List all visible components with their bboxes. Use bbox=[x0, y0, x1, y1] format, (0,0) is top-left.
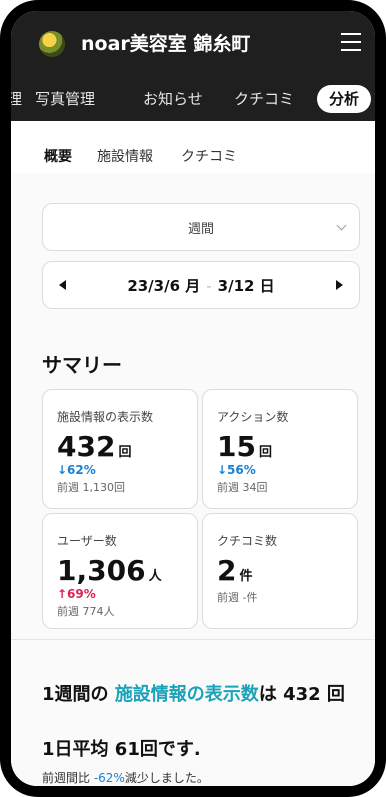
tab-photos[interactable]: 写真管理 bbox=[35, 85, 95, 113]
tab-partial[interactable]: 理 bbox=[11, 85, 22, 113]
subtab-overview[interactable]: 概要 bbox=[44, 147, 72, 167]
card-previous: 前週 1,130回 bbox=[57, 481, 125, 494]
card-label: クチコミ数 bbox=[217, 534, 278, 548]
subtab-facility-info[interactable]: 施設情報 bbox=[97, 147, 153, 167]
brand-title: noar美容室 錦糸町 bbox=[81, 33, 251, 55]
period-select[interactable]: 週間 bbox=[42, 203, 360, 251]
main-tabs: 理 写真管理 お知らせ クチコミ 分析 bbox=[11, 77, 375, 121]
period-select-value: 週間 bbox=[187, 222, 214, 237]
section-divider bbox=[11, 639, 375, 640]
analytics-content: 週間 23/3/6 月 -3/12 日 サマリー 施設情報の表示数 432 回 ↓6… bbox=[11, 173, 375, 786]
insight-metric: 施設情報の表示数 bbox=[114, 684, 259, 705]
device-frame: noar美容室 錦糸町 理 写真管理 お知らせ クチコミ 分析 概要 施設情報 … bbox=[0, 0, 386, 797]
card-value: 15 回 bbox=[217, 430, 272, 463]
card-users: ユーザー数 1,306 人 ↑69% 前週 774人 bbox=[42, 513, 198, 629]
card-change: ↓62% bbox=[57, 463, 96, 477]
tab-analytics[interactable]: 分析 bbox=[317, 85, 372, 113]
app-screen: noar美容室 錦糸町 理 写真管理 お知らせ クチコミ 分析 概要 施設情報 … bbox=[11, 11, 375, 786]
card-label: 施設情報の表示数 bbox=[57, 410, 154, 424]
range-separator: - bbox=[206, 277, 212, 295]
card-previous: 前週 -件 bbox=[217, 591, 258, 604]
date-range-text: 23/3/6 月 -3/12 日 bbox=[43, 275, 359, 296]
summary-title: サマリー bbox=[42, 353, 122, 377]
hamburger-menu-icon[interactable] bbox=[341, 33, 361, 51]
tab-news[interactable]: お知らせ bbox=[143, 85, 203, 113]
date-range-navigator: 23/3/6 月 -3/12 日 bbox=[42, 261, 360, 309]
card-value: 1,306 人 bbox=[57, 554, 162, 587]
insight-headline: 1週間の 施設情報の表示数は 432 回 bbox=[42, 684, 345, 705]
tab-reviews[interactable]: クチコミ bbox=[234, 85, 294, 113]
top-bar: noar美容室 錦糸町 bbox=[11, 11, 375, 77]
card-facility-views: 施設情報の表示数 432 回 ↓62% 前週 1,130回 bbox=[42, 389, 198, 509]
card-reviews: クチコミ数 2件 前週 -件 bbox=[202, 513, 358, 629]
card-change: ↓56% bbox=[217, 463, 256, 477]
salon-logo-icon bbox=[39, 31, 65, 57]
subtab-reviews[interactable]: クチコミ bbox=[181, 147, 237, 167]
card-value: 2件 bbox=[217, 554, 253, 587]
card-label: ユーザー数 bbox=[57, 534, 117, 548]
sub-tabs: 概要 施設情報 クチコミ bbox=[11, 121, 375, 181]
card-change: ↑69% bbox=[57, 587, 96, 601]
range-start: 23/3/6 月 bbox=[127, 277, 201, 295]
insight-note: 前週間比 -62%減少しました。 bbox=[42, 771, 209, 785]
range-end: 3/12 日 bbox=[217, 277, 275, 295]
insight-change-value: -62% bbox=[93, 771, 125, 785]
card-label: アクション数 bbox=[217, 410, 289, 424]
insight-daily-average: 1日平均 61回です. bbox=[42, 739, 201, 760]
card-previous: 前週 774人 bbox=[57, 605, 115, 618]
card-previous: 前週 34回 bbox=[217, 481, 268, 494]
next-week-icon[interactable] bbox=[336, 280, 343, 290]
card-actions: アクション数 15 回 ↓56% 前週 34回 bbox=[202, 389, 358, 509]
card-value: 432 回 bbox=[57, 430, 132, 463]
